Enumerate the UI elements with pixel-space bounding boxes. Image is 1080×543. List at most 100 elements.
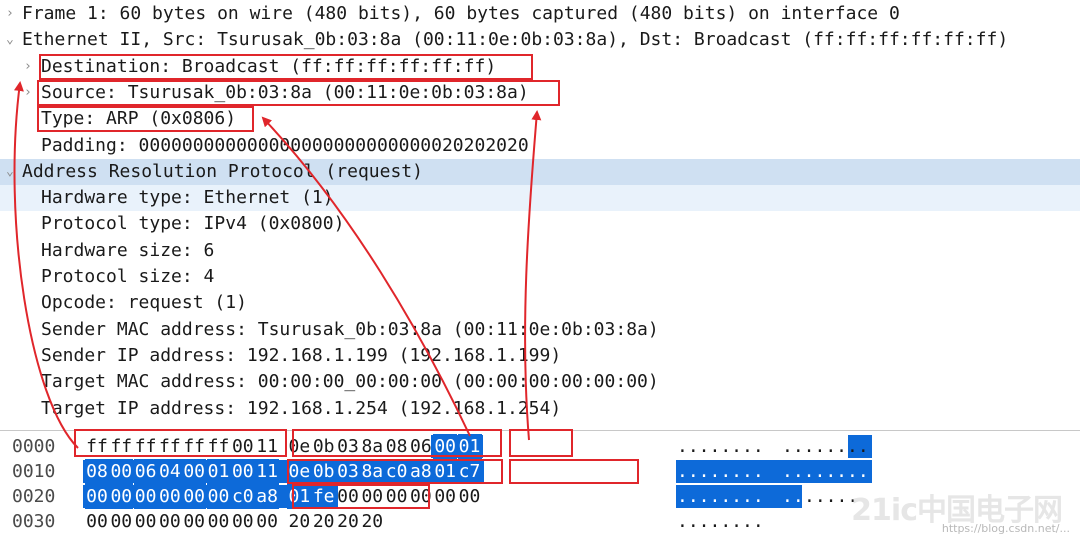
tree-row[interactable]: Target MAC address: 00:00:00_00:00:00 (0… — [0, 369, 1080, 395]
ascii-text[interactable]: .. — [782, 484, 804, 509]
hex-byte[interactable]: ff — [207, 434, 231, 459]
tree-row[interactable]: Protocol type: IPv4 (0x0800) — [0, 211, 1080, 237]
tree-row[interactable]: › Frame 1: 60 bytes on wire (480 bits), 6… — [0, 1, 1080, 27]
hex-byte[interactable]: ff — [109, 434, 133, 459]
ascii-text[interactable]: ........ — [677, 434, 764, 459]
hex-byte[interactable]: 08 — [385, 434, 409, 459]
tree-row[interactable]: Sender MAC address: Tsurusak_0b:03:8a (0… — [0, 317, 1080, 343]
hex-byte[interactable]: 00 — [207, 509, 231, 534]
hex-byte[interactable]: a8 — [255, 484, 280, 509]
hex-byte[interactable]: 00 — [255, 509, 279, 534]
tree-row[interactable]: Padding: 0000000000000000000000000000202… — [0, 133, 1080, 159]
tree-row[interactable]: › Destination: Broadcast (ff:ff:ff:ff:ff:… — [0, 54, 1080, 80]
tree-row[interactable]: Hardware type: Ethernet (1) — [0, 185, 1080, 212]
tree-row[interactable]: Hardware size: 6 — [0, 238, 1080, 264]
hex-byte[interactable]: 01 — [457, 434, 482, 459]
hex-byte[interactable]: 08 — [85, 459, 109, 484]
hex-byte[interactable]: 06 — [409, 434, 433, 459]
ascii-text[interactable]: ........ — [677, 459, 764, 484]
hex-byte[interactable]: 20 — [312, 509, 336, 534]
hex-byte[interactable]: 00 — [231, 434, 255, 459]
tree-row[interactable]: ⌄ Ethernet II, Src: Tsurusak_0b:03:8a (00… — [0, 27, 1080, 53]
tree-row[interactable]: Sender IP address: 192.168.1.199 (192.16… — [0, 343, 1080, 369]
ascii-text[interactable]: ........ — [677, 509, 764, 534]
packet-details-pane[interactable]: › Frame 1: 60 bytes on wire (480 bits), 6… — [0, 0, 1080, 431]
hex-byte[interactable]: a8 — [408, 459, 433, 484]
chevron-down-icon[interactable]: ⌄ — [6, 159, 14, 185]
tree-row-label: Ethernet II, Src: Tsurusak_0b:03:8a (00:… — [22, 29, 1009, 51]
hex-row[interactable]: 0000 ff ff ff ff ff ff 00 11 0e 0b 03 8a 08 06 00 01....… — [0, 434, 1080, 459]
hex-byte[interactable]: 00 — [206, 484, 231, 509]
ascii-text[interactable]: ........ — [782, 434, 869, 459]
hex-byte[interactable]: 00 — [85, 509, 109, 534]
hex-byte[interactable]: 00 — [158, 509, 182, 534]
chevron-right-icon[interactable]: › — [6, 1, 14, 27]
hex-byte[interactable]: 00 — [109, 484, 134, 509]
tree-row[interactable]: › Source: Tsurusak_0b:03:8a (00:11:0e:0b:… — [0, 80, 1080, 106]
tree-row-label: Protocol size: 4 — [41, 266, 215, 287]
hex-byte[interactable]: 03 — [336, 459, 360, 484]
hex-byte[interactable]: 8a — [360, 434, 384, 459]
chevron-right-icon[interactable]: › — [24, 54, 32, 80]
chevron-down-icon[interactable]: ⌄ — [6, 27, 14, 53]
hex-byte[interactable]: 04 — [157, 459, 182, 484]
hex-byte[interactable]: 11 — [255, 434, 279, 459]
hex-byte[interactable]: 01 — [206, 459, 231, 484]
hex-byte[interactable]: 00 — [458, 484, 482, 509]
hex-byte[interactable]: 00 — [182, 484, 207, 509]
tree-row[interactable]: Opcode: request (1) — [0, 290, 1080, 316]
hex-offset: 0030 — [12, 511, 56, 532]
hex-byte[interactable]: ff — [85, 434, 109, 459]
hex-byte[interactable]: 00 — [433, 484, 457, 509]
hex-byte[interactable]: 20 — [336, 509, 360, 534]
hex-row[interactable]: 0010 08 00 06 04 00 01 00 11 0e 0b 03 8a c0 a8 01 c7....… — [0, 459, 1080, 484]
hex-byte[interactable]: fe — [311, 484, 336, 509]
tree-row[interactable]: Protocol size: 4 — [0, 264, 1080, 290]
hex-byte[interactable]: 00 — [409, 484, 433, 509]
hex-byte[interactable]: 00 — [85, 484, 109, 509]
hex-byte[interactable]: 0b — [312, 434, 336, 459]
tree-row-label: Target MAC address: 00:00:00_00:00:00 (0… — [41, 371, 659, 393]
tree-row[interactable]: Target IP address: 192.168.1.254 (192.16… — [0, 396, 1080, 422]
hex-byte[interactable]: 00 — [360, 484, 384, 509]
hex-byte[interactable]: 00 — [109, 509, 133, 534]
hex-byte[interactable]: 0e — [287, 459, 312, 484]
hex-byte[interactable]: 20 — [287, 509, 311, 534]
hex-byte[interactable]: 00 — [134, 509, 158, 534]
hex-byte[interactable]: ff — [182, 434, 206, 459]
chevron-right-icon[interactable]: › — [24, 80, 32, 106]
tree-row[interactable]: ⌄ Address Resolution Protocol (request) — [0, 158, 1080, 185]
tree-row-label: Frame 1: 60 bytes on wire (480 bits), 60… — [22, 3, 900, 24]
tree-row[interactable]: Type: ARP (0x0806) — [0, 106, 1080, 132]
hex-byte[interactable]: 01 — [433, 459, 458, 484]
hex-offset: 0000 — [12, 436, 56, 457]
ascii-text[interactable]: ........ — [677, 484, 764, 509]
hex-byte[interactable]: ff — [158, 434, 182, 459]
hex-byte[interactable]: 00 — [182, 459, 207, 484]
hex-byte[interactable]: 00 — [230, 459, 255, 484]
hex-byte[interactable]: 00 — [157, 484, 182, 509]
tree-row-label: Type: ARP (0x0806) — [41, 108, 237, 130]
hex-byte[interactable]: 00 — [433, 434, 458, 459]
hex-byte[interactable]: 00 — [133, 484, 158, 509]
hex-byte[interactable]: 20 — [360, 509, 384, 534]
hex-byte[interactable]: c0 — [384, 459, 409, 484]
tree-row-label: Protocol type: IPv4 (0x0800) — [41, 213, 345, 235]
hex-byte[interactable]: c0 — [230, 484, 255, 509]
hex-byte[interactable]: ff — [134, 434, 158, 459]
hex-byte[interactable]: 00 — [109, 459, 134, 484]
hex-byte[interactable]: 00 — [182, 509, 206, 534]
hex-byte[interactable]: 00 — [385, 484, 409, 509]
hex-byte[interactable]: c7 — [457, 459, 482, 484]
hex-byte[interactable]: 11 — [255, 459, 280, 484]
ascii-text[interactable]: ........ — [782, 459, 869, 484]
hex-byte[interactable]: 0e — [287, 434, 311, 459]
hex-byte[interactable]: 01 — [287, 484, 312, 509]
hex-byte[interactable]: 03 — [336, 434, 360, 459]
hex-byte[interactable]: 8a — [360, 459, 385, 484]
hex-byte[interactable]: 00 — [231, 509, 255, 534]
hex-byte[interactable]: 0b — [311, 459, 336, 484]
tree-row-label: Sender IP address: 192.168.1.199 (192.16… — [41, 344, 562, 366]
hex-byte[interactable]: 06 — [133, 459, 158, 484]
hex-byte[interactable]: 00 — [336, 484, 360, 509]
